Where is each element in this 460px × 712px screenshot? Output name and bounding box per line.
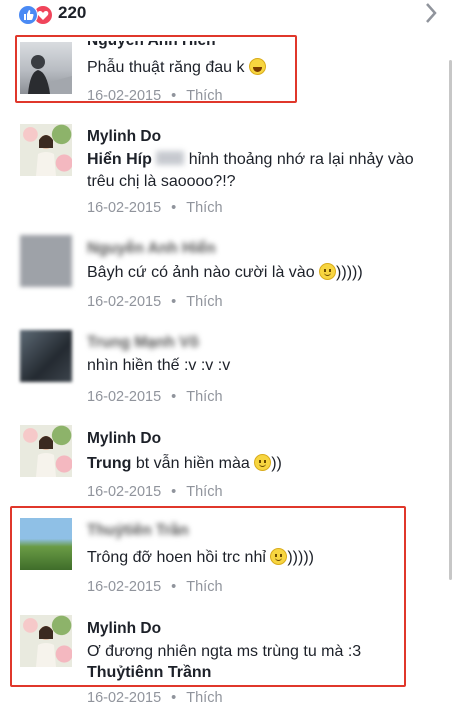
comment-date: 16-02-2015 — [87, 200, 162, 216]
mention-tag[interactable]: Trung — [87, 455, 131, 472]
highlight-box — [10, 506, 406, 687]
like-reaction-icon — [18, 5, 38, 25]
like-link[interactable]: Thích — [186, 690, 222, 706]
commenter-name[interactable]: Trung Mạnh Võ — [87, 334, 199, 352]
scrollbar[interactable] — [449, 60, 452, 580]
comment-date: 16-02-2015 — [87, 690, 162, 706]
chevron-right-icon[interactable] — [424, 2, 438, 29]
avatar[interactable] — [20, 235, 72, 287]
mention-tag[interactable]: Hiển Híp — [87, 151, 152, 168]
highlight-box — [15, 35, 297, 103]
comment-meta: 16-02-2015 • Thích — [87, 389, 223, 405]
like-link[interactable]: Thích — [186, 389, 222, 405]
commenter-name[interactable]: Mylinh Do — [87, 128, 161, 146]
comment-date: 16-02-2015 — [87, 389, 162, 405]
avatar[interactable] — [20, 330, 72, 382]
smiley-emoji-icon — [254, 454, 272, 471]
commenter-name[interactable]: Mylinh Do — [87, 430, 161, 448]
commenter-name[interactable]: Nguyễn Anh Hiển — [87, 240, 216, 258]
comment-text: Trung bt vẫn hiền màa )) — [87, 454, 282, 472]
redacted-patch — [156, 151, 185, 165]
comment-text: nhìn hiền thế :v :v :v — [87, 357, 231, 374]
comment-meta: 16-02-2015 • Thích — [87, 200, 223, 216]
comment-text: Bâyh cứ có ảnh nào cười là vào ))))) — [87, 263, 363, 281]
comment-date: 16-02-2015 — [87, 484, 162, 500]
avatar[interactable] — [20, 425, 72, 477]
comment-meta: 16-02-2015 • Thích — [87, 294, 223, 310]
comment-date: 16-02-2015 — [87, 294, 162, 310]
avatar[interactable] — [20, 124, 72, 176]
comment-meta: 16-02-2015 • Thích — [87, 690, 223, 706]
reaction-count: 220 — [58, 3, 87, 22]
like-link[interactable]: Thích — [186, 484, 222, 500]
comment-text: Hiển Híp hỉnh thoảng nhớ ra lại nhảy vào… — [87, 151, 414, 190]
comment-meta: 16-02-2015 • Thích — [87, 484, 223, 500]
smiley-emoji-icon — [319, 263, 337, 280]
like-link[interactable]: Thích — [186, 294, 222, 310]
like-link[interactable]: Thích — [186, 200, 222, 216]
reactions-bar[interactable]: 220 — [0, 0, 460, 28]
